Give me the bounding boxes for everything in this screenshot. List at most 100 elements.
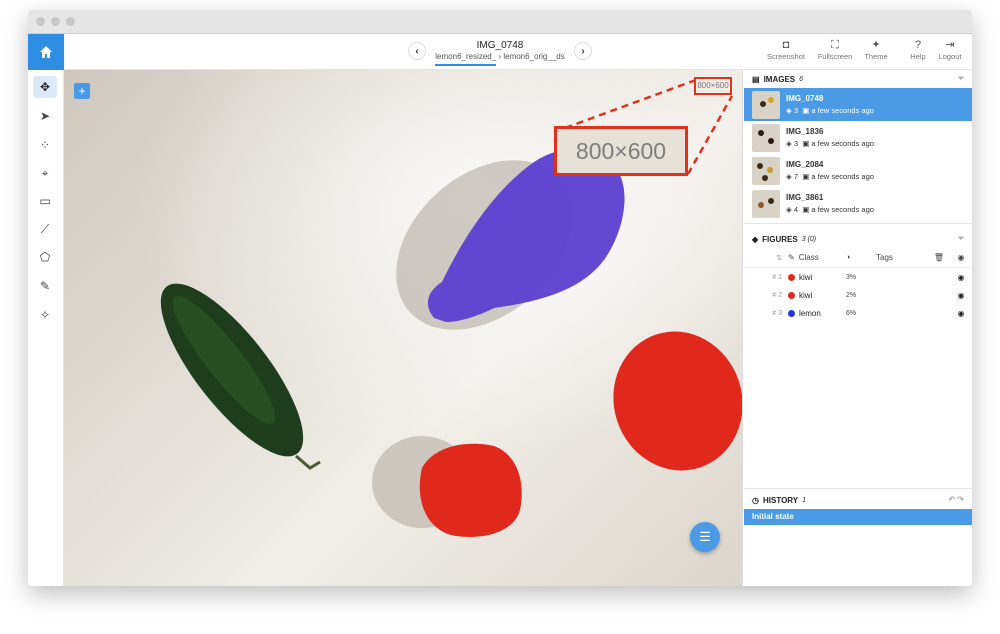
sort-icon[interactable]: ⇅ — [744, 254, 788, 262]
layers-icon: ◈ — [786, 172, 794, 181]
figure-number: # 3 — [772, 309, 782, 317]
figure-area: 3% — [846, 273, 857, 281]
screenshot-label: Screenshot — [767, 52, 805, 61]
eye-all-icon[interactable]: ◉ — [950, 253, 972, 262]
figures-count: 3 (0) — [801, 235, 817, 243]
figure-class: lemon — [799, 308, 821, 318]
image-name: IMG_3861 — [786, 193, 824, 202]
pan-tool[interactable]: ✥ — [33, 76, 57, 98]
fullscreen-button[interactable]: ⛶ Fullscreen — [813, 38, 857, 61]
image-name: IMG_2084 — [786, 160, 824, 169]
help-label: Help — [910, 52, 926, 61]
settings-fab-button[interactable]: ☰ — [690, 522, 720, 552]
point-tool[interactable]: ⁘ — [33, 134, 57, 156]
figures-section-header: ◆ FIGURES 3 (0) ⏷ — [744, 230, 972, 248]
images-title: IMAGES — [763, 74, 796, 84]
class-color-swatch — [788, 309, 795, 317]
tool-sidebar: ✥ ➤ ⁘ ⌖ ▭ ⟋ ⬠ ✎ ✧ — [28, 70, 64, 586]
screenshot-button[interactable]: ◘ Screenshot — [764, 38, 808, 61]
line-icon: ⌖ — [41, 165, 49, 180]
image-canvas[interactable]: + 800×600 800×600 ☰ — [64, 70, 743, 586]
resolution-callout: 800×600 — [554, 126, 688, 176]
right-panel: ▤ IMAGES 6 ⏷ IMG_0748 ◈ 3 ▣ a few seconds… — [744, 70, 972, 586]
figure-area: 6% — [846, 309, 857, 317]
image-resolution-label: 800×600 — [694, 77, 732, 95]
image-thumbnail — [752, 156, 780, 185]
pointer-icon: ➤ — [39, 109, 51, 123]
plus-icon: + — [78, 84, 86, 98]
image-thumbnail — [752, 90, 780, 119]
theme-icon: ✦ — [871, 39, 881, 51]
class-column-header[interactable]: ✎ Class — [788, 253, 846, 262]
add-button[interactable]: + — [74, 83, 90, 99]
polyline-tool[interactable]: ⟋ — [33, 218, 57, 240]
polygon-icon: ⬠ — [39, 250, 51, 264]
eye-icon[interactable]: ◉ — [950, 309, 972, 318]
calendar-icon: ▣ — [802, 106, 812, 115]
filter-icon[interactable]: ⏷ — [958, 74, 964, 84]
figure-row[interactable]: # 3 lemon 6% ◉ — [744, 304, 972, 322]
breadcrumb: lemon6_resized_ › lemon6_orig__ds — [408, 52, 592, 66]
figure-class: kiwi — [799, 290, 813, 300]
undo-redo-icon[interactable]: ↶ ↷ — [948, 495, 964, 504]
top-app-bar: ‹ IMG_0748 lemon6_resized_ › lemon6_orig… — [28, 34, 972, 70]
rectangle-icon: ▭ — [39, 194, 51, 208]
history-item[interactable]: Initial state — [744, 509, 972, 525]
breadcrumb-dataset[interactable]: lemon6_resized_ — [435, 52, 497, 66]
theme-button[interactable]: ✦ Theme — [854, 38, 898, 61]
window-minimize-dot[interactable] — [51, 17, 60, 26]
logout-button[interactable]: ⇥ Logout — [928, 38, 972, 61]
image-list-item[interactable]: IMG_0748 ◈ 3 ▣ a few seconds ago — [744, 88, 972, 121]
history-section-header: ◷ HISTORY 1 ↶ ↷ — [744, 491, 972, 509]
window-close-dot[interactable] — [36, 17, 45, 26]
image-time: a few seconds ago — [811, 106, 874, 115]
fullscreen-label: Fullscreen — [817, 52, 853, 61]
class-column-label: Class — [798, 253, 819, 262]
breadcrumb-project[interactable]: lemon6_orig__ds — [503, 52, 564, 61]
clock-icon: ◷ — [752, 495, 759, 505]
image-list-item[interactable]: IMG_1836 ◈ 3 ▣ a few seconds ago — [744, 121, 972, 154]
image-meta: ◈ 4 ▣ a few seconds ago — [786, 205, 874, 214]
current-image-title: IMG_0748 — [476, 40, 524, 51]
rectangle-tool[interactable]: ▭ — [33, 190, 57, 212]
history-title: HISTORY — [762, 495, 799, 505]
pencil-icon: ✎ — [788, 253, 795, 262]
points-icon: ⁘ — [39, 138, 51, 152]
image-meta: ◈ 3 ▣ a few seconds ago — [786, 139, 874, 148]
image-time: a few seconds ago — [811, 172, 874, 181]
section-divider — [744, 223, 972, 224]
trash-icon[interactable]: 🗑 — [928, 253, 950, 262]
image-figure-count: 3 — [793, 139, 799, 148]
polyline-icon: ⟋ — [40, 221, 50, 236]
figure-number: # 2 — [772, 291, 782, 299]
smart-tool[interactable]: ✧ — [33, 304, 57, 326]
image-list-item[interactable]: IMG_2084 ◈ 7 ▣ a few seconds ago — [744, 154, 972, 187]
layers-icon: ◈ — [786, 139, 794, 148]
figures-title: FIGURES — [762, 234, 798, 244]
image-figure-count: 3 — [793, 106, 799, 115]
app-window: ‹ IMG_0748 lemon6_resized_ › lemon6_orig… — [28, 10, 972, 586]
images-icon: ▤ — [752, 74, 760, 84]
eye-icon[interactable]: ◉ — [950, 291, 972, 300]
brush-icon: ✎ — [39, 279, 51, 293]
filter-icon[interactable]: ⏷ — [958, 234, 964, 244]
image-list-item[interactable]: IMG_3861 ◈ 4 ▣ a few seconds ago — [744, 187, 972, 220]
image-time: a few seconds ago — [811, 205, 874, 214]
polygon-tool[interactable]: ⬠ — [33, 246, 57, 268]
calendar-icon: ▣ — [802, 139, 812, 148]
figure-class: kiwi — [799, 272, 813, 282]
brush-tool[interactable]: ✎ — [33, 275, 57, 297]
select-tool[interactable]: ➤ — [33, 105, 57, 127]
window-titlebar — [28, 10, 972, 34]
window-maximize-dot[interactable] — [66, 17, 75, 26]
figure-row[interactable]: # 2 kiwi 2% ◉ — [744, 286, 972, 304]
calendar-icon: ▣ — [802, 172, 812, 181]
line-tool[interactable]: ⌖ — [33, 162, 57, 184]
images-section-header: ▤ IMAGES 6 ⏷ — [744, 70, 972, 88]
figure-number: # 1 — [772, 273, 782, 281]
next-image-button[interactable]: › — [574, 42, 592, 60]
home-button[interactable] — [28, 34, 64, 70]
image-figure-count: 7 — [793, 172, 799, 181]
eye-icon[interactable]: ◉ — [950, 273, 972, 282]
figure-row[interactable]: # 1 kiwi 3% ◉ — [744, 268, 972, 286]
